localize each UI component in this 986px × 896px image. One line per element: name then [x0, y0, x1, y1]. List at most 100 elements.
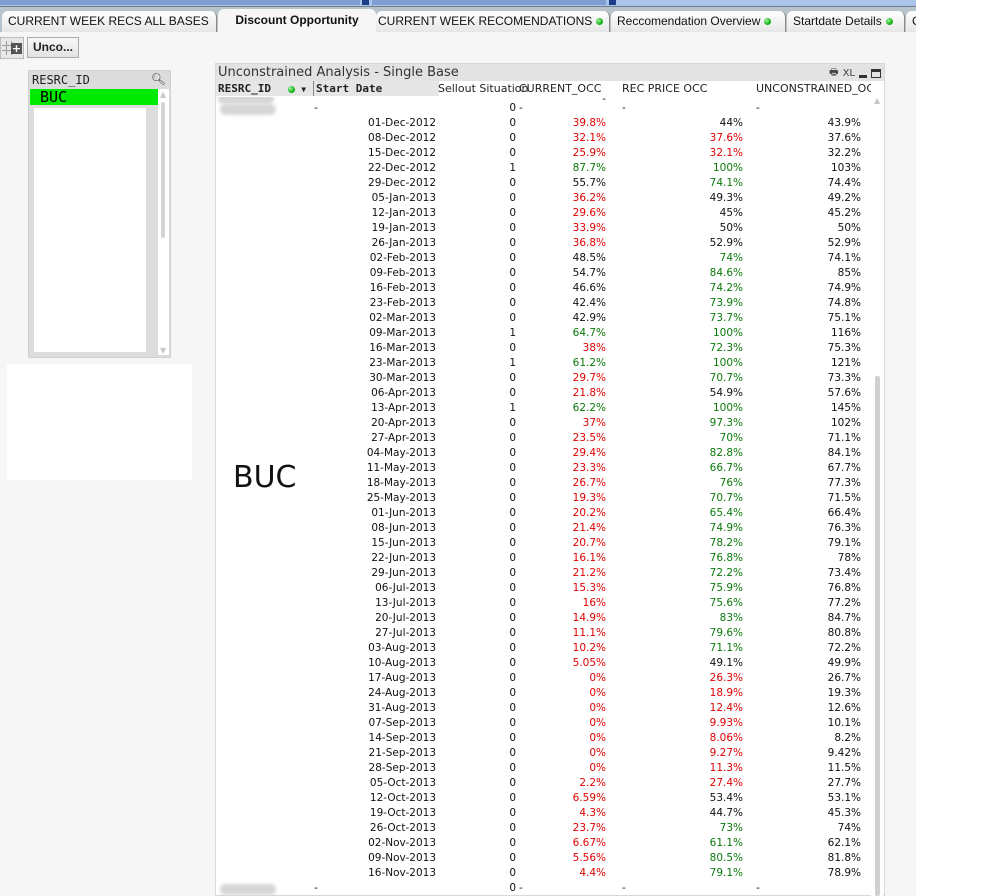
tab-current-week-recs-all-bases[interactable]: CURRENT WEEK RECS ALL BASES	[2, 11, 217, 32]
table-row[interactable]: 04-May-2013 0 29.4% 82.8% 84.1%	[216, 446, 871, 461]
column-header-resrc-id[interactable]: RESRC_ID ▼	[216, 81, 313, 96]
table-row[interactable]: 12-Oct-2013 0 6.59% 53.4% 53.1%	[216, 791, 871, 806]
cell-unconstrained-occ: 75.1%	[827, 312, 861, 324]
table-row[interactable]: 25-May-2013 0 19.3% 70.7% 71.5%	[216, 491, 871, 506]
column-header-current-occ[interactable]: CURRENT_OCC	[519, 81, 601, 96]
table-row[interactable]: 18-May-2013 0 26.7% 76% 77.3%	[216, 476, 871, 491]
header-label: REC PRICE OCC	[622, 82, 708, 95]
cell-unconstrained-occ: -	[756, 102, 760, 114]
table-row[interactable]: 26-Jan-2013 0 36.8% 52.9% 52.9%	[216, 236, 871, 251]
dropdown-arrow-icon[interactable]: ▼	[301, 85, 306, 94]
table-row[interactable]: 27-Jul-2013 0 11.1% 79.6% 80.8%	[216, 626, 871, 641]
table-row[interactable]: 28-Sep-2013 0 0% 11.3% 11.5%	[216, 761, 871, 776]
table-row[interactable]: 14-Sep-2013 0 0% 8.06% 8.2%	[216, 731, 871, 746]
table-row[interactable]: 27-Apr-2013 0 23.5% 70% 71.1%	[216, 431, 871, 446]
table-row[interactable]: 30-Mar-2013 0 29.7% 70.7% 73.3%	[216, 371, 871, 386]
tab-discount-opportunity[interactable]: Discount Opportunity	[218, 9, 376, 32]
tab-truncated[interactable]: C	[906, 11, 916, 32]
table-row[interactable]: 29-Dec-2012 0 55.7% 74.1% 74.4%	[216, 176, 871, 191]
scroll-up-icon[interactable]: ▲	[160, 90, 166, 99]
table-row[interactable]: 22-Dec-2012 1 87.7% 100% 103%	[216, 161, 871, 176]
table-row[interactable]: 01-Dec-2012 0 39.8% 44% 43.9%	[216, 116, 871, 131]
search-icon[interactable]: 🔍︎	[151, 72, 166, 86]
table-row[interactable]: 16-Feb-2013 0 46.6% 74.2% 74.9%	[216, 281, 871, 296]
table-row[interactable]: 31-Aug-2013 0 0% 12.4% 12.6%	[216, 701, 871, 716]
table-row[interactable]: 06-Apr-2013 0 21.8% 54.9% 57.6%	[216, 386, 871, 401]
cell-current-occ: 4.4%	[579, 867, 606, 879]
table-row[interactable]: 24-Aug-2013 0 0% 18.9% 19.3%	[216, 686, 871, 701]
minimized-object-label: Unco...	[27, 37, 80, 58]
table-row[interactable]: 16-Nov-2013 0 4.4% 79.1% 78.9%	[216, 866, 871, 881]
maximize-icon[interactable]	[871, 69, 881, 78]
table-row[interactable]: 09-Feb-2013 0 54.7% 84.6% 85%	[216, 266, 871, 281]
scrollbar-thumb[interactable]	[161, 102, 165, 238]
cell-unconstrained-occ: 52.9%	[827, 237, 861, 249]
table-row[interactable]: 05-Oct-2013 0 2.2% 27.4% 27.7%	[216, 776, 871, 791]
column-header-rec-price-occ[interactable]: REC PRICE OCC	[622, 81, 707, 96]
tab-startdate-details[interactable]: Startdate Details	[787, 11, 905, 32]
cell-rec-price-occ: 44.7%	[709, 807, 743, 819]
table-row[interactable]: 09-Mar-2013 1 64.7% 100% 116%	[216, 326, 871, 341]
column-header-unconstrained-occ[interactable]: UNCONSTRAINED_OCC	[756, 81, 882, 96]
table-row[interactable]: 16-Mar-2013 0 38% 72.3% 75.3%	[216, 341, 871, 356]
table-row[interactable]: 15-Dec-2012 0 25.9% 32.1% 32.2%	[216, 146, 871, 161]
table-row[interactable]: 19-Jan-2013 0 33.9% 50% 50%	[216, 221, 871, 236]
table-row[interactable]: 02-Mar-2013 0 42.9% 73.7% 75.1%	[216, 311, 871, 326]
tab-reccomendation-overview[interactable]: Reccomendation Overview	[611, 11, 786, 32]
cell-rec-price-occ: 72.3%	[709, 342, 743, 354]
table-row[interactable]: 03-Aug-2013 0 10.2% 71.1% 72.2%	[216, 641, 871, 656]
excel-export-button[interactable]: XL	[843, 68, 855, 79]
tab-label: Startdate Details	[793, 14, 882, 28]
table-row[interactable]: 15-Jun-2013 0 20.7% 78.2% 79.1%	[216, 536, 871, 551]
table-row[interactable]: 01-Jun-2013 0 20.2% 65.4% 66.4%	[216, 506, 871, 521]
table-row[interactable]: 19-Oct-2013 0 4.3% 44.7% 45.3%	[216, 806, 871, 821]
table-row[interactable]: 20-Jul-2013 0 14.9% 83% 84.7%	[216, 611, 871, 626]
top-scroll-strip	[0, 0, 916, 7]
table-row[interactable]: 17-Aug-2013 0 0% 26.3% 26.7%	[216, 671, 871, 686]
table-row[interactable]: 06-Jul-2013 0 15.3% 75.9% 76.8%	[216, 581, 871, 596]
table-row[interactable]: 11-May-2013 0 23.3% 66.7% 67.7%	[216, 461, 871, 476]
table-row[interactable]: 23-Feb-2013 0 42.4% 73.9% 74.8%	[216, 296, 871, 311]
cell-sellout: 0	[509, 342, 516, 354]
cell-rec-price-occ: 50%	[719, 222, 743, 234]
column-header-start-date[interactable]: Start Date	[313, 81, 439, 96]
table-row[interactable]: 22-Jun-2013 0 16.1% 76.8% 78%	[216, 551, 871, 566]
cell-sellout: 0	[509, 687, 516, 699]
strip-knob[interactable]	[609, 0, 616, 5]
tab-current-week-recomendations[interactable]: CURRENT WEEK RECOMENDATIONS	[376, 11, 610, 32]
table-row[interactable]: 13-Apr-2013 1 62.2% 100% 145%	[216, 401, 871, 416]
table-row[interactable]: 08-Jun-2013 0 21.4% 74.9% 76.3%	[216, 521, 871, 536]
table-row[interactable]: 08-Dec-2012 0 32.1% 37.6% 37.6%	[216, 131, 871, 146]
table-row[interactable]: 21-Sep-2013 0 0% 9.27% 9.42%	[216, 746, 871, 761]
table-row[interactable]: 05-Jan-2013 0 36.2% 49.3% 49.2%	[216, 191, 871, 206]
scroll-down-icon[interactable]: ▼	[160, 346, 166, 355]
strip-knob[interactable]	[362, 0, 369, 5]
column-header-sellout[interactable]: Sellout Situation	[438, 81, 529, 96]
table-row[interactable]: 29-Jun-2013 0 21.2% 72.2% 73.4%	[216, 566, 871, 581]
table-row[interactable]: 12-Jan-2013 0 29.6% 45% 45.2%	[216, 206, 871, 221]
cell-start-date: 07-Sep-2013	[368, 717, 436, 729]
table-row[interactable]: 20-Apr-2013 0 37% 97.3% 102%	[216, 416, 871, 431]
cell-start-date: 06-Apr-2013	[371, 387, 436, 399]
cell-current-occ: 21.4%	[572, 522, 606, 534]
table-scrollbar[interactable]: ▲	[871, 84, 883, 896]
cell-sellout: 0	[509, 777, 516, 789]
listbox-item-selected[interactable]: BUC	[30, 89, 160, 105]
print-icon[interactable]: 🖶︎	[829, 65, 838, 82]
table-row[interactable]: 02-Feb-2013 0 48.5% 74% 74.1%	[216, 251, 871, 266]
cell-current-occ: 20.2%	[572, 507, 606, 519]
table-row[interactable]: 10-Aug-2013 0 5.05% 49.1% 49.9%	[216, 656, 871, 671]
table-row[interactable]: 09-Nov-2013 0 5.56% 80.5% 81.8%	[216, 851, 871, 866]
listbox-scrollbar[interactable]: ▲ ▼	[158, 89, 169, 355]
minimize-icon[interactable]	[859, 75, 867, 78]
table-row[interactable]: 07-Sep-2013 0 0% 9.93% 10.1%	[216, 716, 871, 731]
minimized-object-unconstrained[interactable]: + Unco...	[0, 36, 80, 59]
cell-current-occ: 55.7%	[572, 177, 606, 189]
table-row[interactable]: 23-Mar-2013 1 61.2% 100% 121%	[216, 356, 871, 371]
scroll-up-icon[interactable]: ▲	[874, 96, 880, 105]
table-row[interactable]: 26-Oct-2013 0 23.7% 73% 74%	[216, 821, 871, 836]
scrollbar-thumb[interactable]	[875, 376, 880, 896]
table-row[interactable]: 13-Jul-2013 0 16% 75.6% 77.2%	[216, 596, 871, 611]
table-row[interactable]: 02-Nov-2013 0 6.67% 61.1% 62.1%	[216, 836, 871, 851]
cell-rec-price-occ: 61.1%	[709, 837, 743, 849]
